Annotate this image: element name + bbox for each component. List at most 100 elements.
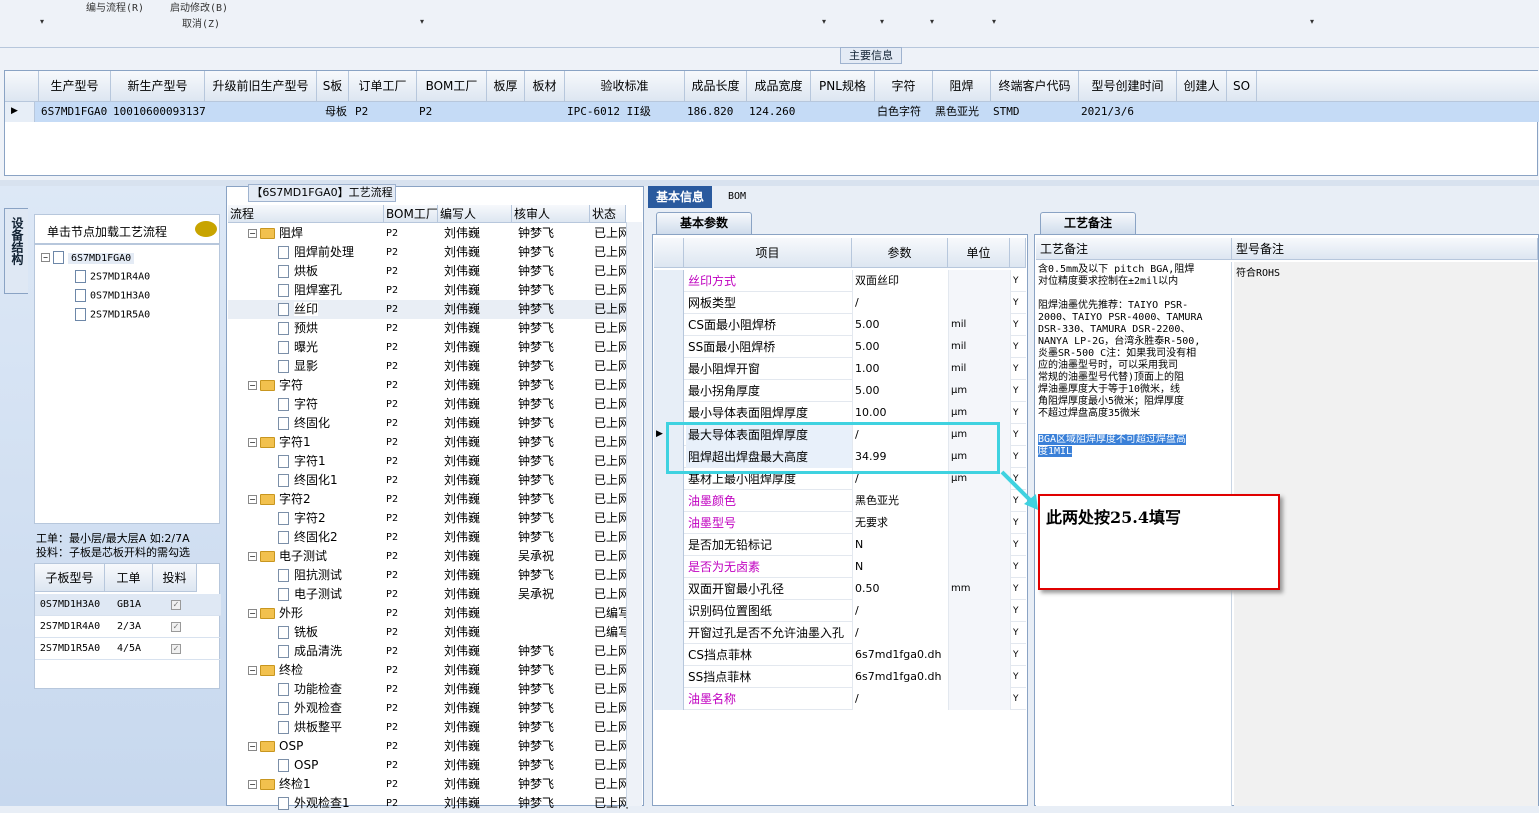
param-value-input[interactable]: 6s7md1fga0.dh bbox=[852, 666, 948, 688]
cell-sub-model[interactable]: 2S7MD1R4A0 bbox=[35, 616, 105, 638]
process-reviewer-cell[interactable] bbox=[518, 604, 596, 623]
param-row[interactable]: 识别码位置图纸 / Y bbox=[654, 600, 1026, 622]
process-row[interactable]: 阻抗测试 P2 刘伟巍 钟梦飞 已上网 bbox=[228, 566, 628, 585]
param-row[interactable]: SS挡点菲林 6s7md1fga0.dh Y bbox=[654, 666, 1026, 688]
cell-order[interactable]: 2/3A bbox=[105, 616, 153, 638]
param-row[interactable]: 网板类型 / Y bbox=[654, 292, 1026, 314]
process-factory-cell[interactable]: P2 bbox=[386, 433, 440, 452]
process-writer-cell[interactable]: 刘伟巍 bbox=[444, 794, 518, 813]
param-row[interactable]: 最小导体表面阻焊厚度 10.00 μm Y bbox=[654, 402, 1026, 424]
param-value-input[interactable]: 0.50 bbox=[852, 578, 948, 600]
process-writer-cell[interactable]: 刘伟巍 bbox=[444, 680, 518, 699]
collapse-icon[interactable]: − bbox=[248, 780, 257, 789]
process-factory-cell[interactable]: P2 bbox=[386, 528, 440, 547]
param-value-input[interactable]: 10.00 bbox=[852, 402, 948, 424]
feed-checkbox[interactable]: ✓ bbox=[171, 622, 181, 632]
cell-width[interactable]: 124.260 bbox=[747, 102, 811, 122]
dropdown-arrow-icon[interactable]: ▾ bbox=[1310, 17, 1314, 26]
process-writer-cell[interactable]: 刘伟巍 bbox=[444, 319, 518, 338]
cell-solder-mask[interactable]: 黑色亚光 bbox=[933, 102, 991, 122]
process-writer-cell[interactable]: 刘伟巍 bbox=[444, 300, 518, 319]
process-factory-cell[interactable]: P2 bbox=[386, 661, 440, 680]
col-bom-factory[interactable]: BOM工厂 bbox=[384, 205, 438, 223]
param-value-input[interactable]: 黑色亚光 bbox=[852, 490, 948, 512]
process-name-cell[interactable]: 显影 bbox=[278, 357, 384, 376]
process-factory-cell[interactable]: P2 bbox=[386, 737, 440, 756]
param-row[interactable]: 是否加无铅标记 N Y bbox=[654, 534, 1026, 556]
process-factory-cell[interactable]: P2 bbox=[386, 395, 440, 414]
process-reviewer-cell[interactable]: 钟梦飞 bbox=[518, 756, 596, 775]
cell-standard[interactable]: IPC-6012 II级 bbox=[565, 102, 685, 122]
process-status-cell[interactable]: 已上网 bbox=[594, 414, 628, 433]
col-material[interactable]: 板材 bbox=[525, 71, 565, 102]
process-factory-cell[interactable]: P2 bbox=[386, 300, 440, 319]
process-status-cell[interactable]: 已上网 bbox=[594, 737, 628, 756]
process-status-cell[interactable]: 已上网 bbox=[594, 661, 628, 680]
process-writer-cell[interactable]: 刘伟巍 bbox=[444, 718, 518, 737]
param-row[interactable]: CS面最小阻焊桥 5.00 mil Y bbox=[654, 314, 1026, 336]
cell-order-factory[interactable]: P2 bbox=[349, 102, 417, 122]
process-reviewer-cell[interactable] bbox=[518, 623, 596, 642]
process-name-cell[interactable]: 功能检查 bbox=[278, 680, 384, 699]
process-row[interactable]: 烘板整平 P2 刘伟巍 钟梦飞 已上网 bbox=[228, 718, 628, 737]
process-row[interactable]: − OSP P2 刘伟巍 钟梦飞 已上网 bbox=[228, 737, 628, 756]
process-row[interactable]: 烘板 P2 刘伟巍 钟梦飞 已上网 bbox=[228, 262, 628, 281]
process-reviewer-cell[interactable]: 钟梦飞 bbox=[518, 699, 596, 718]
process-status-cell[interactable]: 已上网 bbox=[594, 395, 628, 414]
process-writer-cell[interactable]: 刘伟巍 bbox=[444, 357, 518, 376]
process-status-cell[interactable]: 已上网 bbox=[594, 794, 628, 813]
process-name-cell[interactable]: 阻焊塞孔 bbox=[278, 281, 384, 300]
process-status-cell[interactable]: 已上网 bbox=[594, 281, 628, 300]
param-value-input[interactable]: 无要求 bbox=[852, 512, 948, 534]
process-status-cell[interactable]: 已上网 bbox=[594, 547, 628, 566]
cell-order[interactable]: GB1A bbox=[105, 594, 153, 616]
process-factory-cell[interactable]: P2 bbox=[386, 490, 440, 509]
process-status-cell[interactable]: 已上网 bbox=[594, 566, 628, 585]
process-name-cell[interactable]: − 阻焊 bbox=[248, 224, 384, 243]
process-row[interactable]: OSP P2 刘伟巍 钟梦飞 已上网 bbox=[228, 756, 628, 775]
process-name-cell[interactable]: 烘板整平 bbox=[278, 718, 384, 737]
process-row[interactable]: 字符1 P2 刘伟巍 钟梦飞 已上网 bbox=[228, 452, 628, 471]
process-writer-cell[interactable]: 刘伟巍 bbox=[444, 604, 518, 623]
process-writer-cell[interactable]: 刘伟巍 bbox=[444, 699, 518, 718]
process-row[interactable]: − 字符2 P2 刘伟巍 钟梦飞 已上网 bbox=[228, 490, 628, 509]
process-row[interactable]: 终固化 P2 刘伟巍 钟梦飞 已上网 bbox=[228, 414, 628, 433]
process-factory-cell[interactable]: P2 bbox=[386, 414, 440, 433]
param-row[interactable]: 油墨颜色 黑色亚光 Y bbox=[654, 490, 1026, 512]
process-factory-cell[interactable]: P2 bbox=[386, 357, 440, 376]
process-factory-cell[interactable]: P2 bbox=[386, 471, 440, 490]
process-name-cell[interactable]: 成品清洗 bbox=[278, 642, 384, 661]
param-value-input[interactable]: / bbox=[852, 688, 948, 710]
process-factory-cell[interactable]: P2 bbox=[386, 509, 440, 528]
dropdown-arrow-icon[interactable]: ▾ bbox=[40, 17, 44, 26]
process-status-cell[interactable]: 已上网 bbox=[594, 680, 628, 699]
process-status-cell[interactable]: 已上网 bbox=[594, 243, 628, 262]
process-status-cell[interactable]: 已上网 bbox=[594, 452, 628, 471]
process-factory-cell[interactable]: P2 bbox=[386, 243, 440, 262]
col-length[interactable]: 成品长度 bbox=[685, 71, 747, 102]
feed-checkbox[interactable]: ✓ bbox=[171, 644, 181, 654]
process-writer-cell[interactable]: 刘伟巍 bbox=[444, 338, 518, 357]
col-thickness[interactable]: 板厚 bbox=[487, 71, 525, 102]
param-row[interactable]: 是否为无卤素 N Y bbox=[654, 556, 1026, 578]
col-character[interactable]: 字符 bbox=[875, 71, 933, 102]
col-writer[interactable]: 编写人 bbox=[438, 205, 512, 223]
process-status-cell[interactable]: 已上网 bbox=[594, 718, 628, 737]
process-name-cell[interactable]: 外观检查 bbox=[278, 699, 384, 718]
process-factory-cell[interactable]: P2 bbox=[386, 623, 440, 642]
param-row[interactable]: SS面最小阻焊桥 5.00 mil Y bbox=[654, 336, 1026, 358]
process-row[interactable]: − 阻焊 P2 刘伟巍 钟梦飞 已上网 bbox=[228, 224, 628, 243]
process-name-cell[interactable]: 电子测试 bbox=[278, 585, 384, 604]
process-writer-cell[interactable]: 刘伟巍 bbox=[444, 756, 518, 775]
cancel-button[interactable]: 取消(Z) bbox=[182, 15, 220, 30]
process-writer-cell[interactable]: 刘伟巍 bbox=[444, 414, 518, 433]
process-writer-cell[interactable]: 刘伟巍 bbox=[444, 281, 518, 300]
col-order-factory[interactable]: 订单工厂 bbox=[349, 71, 417, 102]
col-production-model[interactable]: 生产型号 bbox=[39, 71, 111, 102]
process-reviewer-cell[interactable]: 钟梦飞 bbox=[518, 262, 596, 281]
process-name-cell[interactable]: 阻抗测试 bbox=[278, 566, 384, 585]
col-bom-factory[interactable]: BOM工厂 bbox=[417, 71, 487, 102]
process-writer-cell[interactable]: 刘伟巍 bbox=[444, 509, 518, 528]
collapse-icon[interactable]: − bbox=[41, 253, 50, 262]
process-reviewer-cell[interactable]: 钟梦飞 bbox=[518, 357, 596, 376]
